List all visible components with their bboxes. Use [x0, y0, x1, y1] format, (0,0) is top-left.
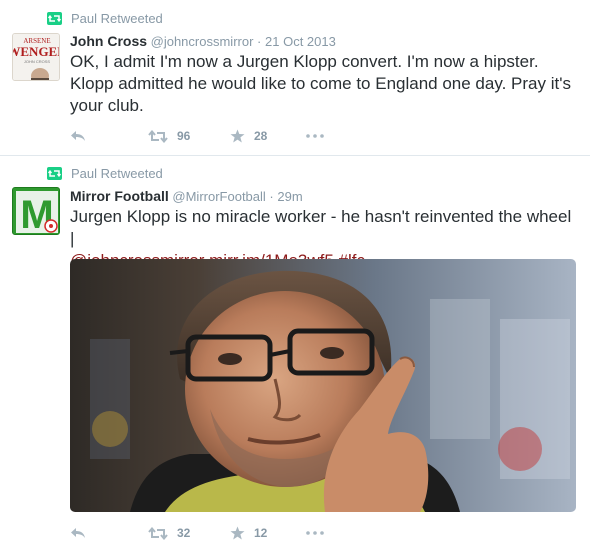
avatar[interactable]: M — [12, 187, 60, 235]
more-button[interactable] — [306, 134, 324, 138]
more-icon — [306, 531, 324, 535]
more-icon — [306, 134, 324, 138]
tweet-timestamp[interactable]: 21 Oct 2013 — [265, 34, 336, 49]
favorite-count[interactable]: 28 — [254, 129, 267, 143]
tweet-actions: 32 12 — [70, 523, 324, 543]
retweet-button[interactable]: 32 — [148, 526, 230, 540]
author-handle[interactable]: @johncrossmirror — [151, 34, 254, 49]
tweet-timestamp[interactable]: 29m — [277, 189, 302, 204]
retweeted-by-text[interactable]: Paul Retweeted — [71, 11, 163, 26]
tweet[interactable]: Paul Retweeted M Mirror Football @Mirror… — [0, 156, 590, 551]
avatar-line-2: WENGER — [13, 44, 60, 59]
retweet-count[interactable]: 96 — [177, 129, 190, 143]
favorite-count[interactable]: 12 — [254, 526, 267, 540]
retweet-button[interactable]: 96 — [148, 129, 230, 143]
retweeted-by-text[interactable]: Paul Retweeted — [71, 166, 163, 181]
reply-button[interactable] — [70, 130, 148, 142]
tweet[interactable]: Paul Retweeted ARSENE WENGER JOHN CROSS … — [0, 0, 590, 156]
author-handle[interactable]: @MirrorFootball — [172, 189, 265, 204]
tweet-header: Mirror Football @MirrorFootball · 29m — [70, 187, 580, 205]
reply-icon — [71, 131, 85, 141]
author-name[interactable]: Mirror Football — [70, 188, 169, 204]
tweet-text: OK, I admit I'm now a Jurgen Klopp conve… — [70, 52, 571, 115]
more-button[interactable] — [306, 531, 324, 535]
retweet-count[interactable]: 32 — [177, 526, 190, 540]
retweet-icon — [148, 129, 168, 143]
retweet-context: Paul Retweeted — [47, 165, 163, 181]
reply-icon — [71, 528, 85, 538]
retweet-icon — [47, 11, 62, 25]
separator-dot: · — [257, 34, 262, 49]
tweet-text-body: Jurgen Klopp is no miracle worker - he h… — [70, 207, 572, 248]
tweet-actions: 96 28 — [70, 126, 324, 146]
avatar-line-3: JOHN CROSS — [24, 59, 51, 64]
avatar[interactable]: ARSENE WENGER JOHN CROSS — [12, 33, 60, 81]
tweet-photo[interactable] — [70, 259, 576, 512]
retweet-icon — [148, 526, 168, 540]
favorite-icon — [230, 129, 245, 143]
tweet-header: John Cross @johncrossmirror · 21 Oct 201… — [70, 32, 580, 50]
favorite-button[interactable]: 28 — [230, 129, 306, 143]
reply-button[interactable] — [70, 527, 148, 539]
separator-dot: · — [269, 189, 274, 204]
favorite-button[interactable]: 12 — [230, 526, 306, 540]
retweet-context: Paul Retweeted — [47, 10, 163, 26]
author-name[interactable]: John Cross — [70, 33, 147, 49]
favorite-icon — [230, 526, 245, 540]
retweet-icon — [47, 166, 62, 180]
